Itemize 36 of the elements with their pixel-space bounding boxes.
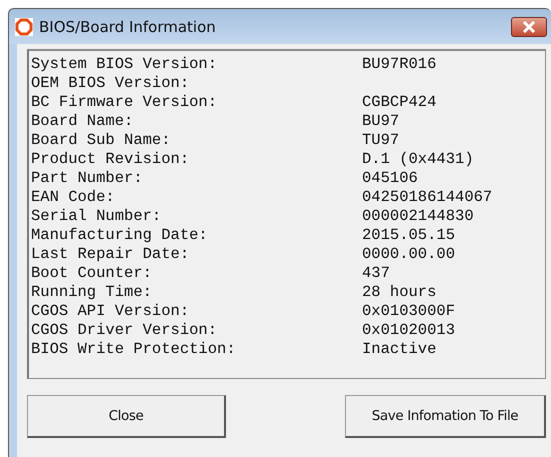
info-label: Boot Counter: bbox=[31, 264, 153, 283]
info-value: 045106 bbox=[362, 169, 418, 188]
info-label: Part Number: bbox=[31, 169, 144, 188]
info-label: System BIOS Version: bbox=[31, 55, 218, 74]
info-value: 0x0103000F bbox=[362, 302, 456, 321]
info-label: Serial Number: bbox=[31, 207, 162, 226]
app-icon bbox=[15, 18, 33, 36]
info-label: BC Firmware Version: bbox=[31, 93, 218, 112]
info-label: Board Sub Name: bbox=[31, 131, 172, 150]
info-label: EAN Code: bbox=[31, 188, 116, 207]
info-value: 000002144830 bbox=[362, 207, 474, 226]
info-label: OEM BIOS Version: bbox=[31, 74, 190, 93]
info-value: 28 hours bbox=[362, 283, 436, 302]
info-label: BIOS Write Protection: bbox=[31, 340, 237, 359]
close-button[interactable]: Close bbox=[27, 395, 226, 438]
info-label: Product Revision: bbox=[31, 150, 190, 169]
info-label: Last Repair Date: bbox=[31, 245, 190, 264]
info-label: CGOS Driver Version: bbox=[31, 321, 218, 340]
info-value: 0000.00.00 bbox=[362, 245, 456, 264]
info-value: 04250186144067 bbox=[362, 188, 492, 207]
info-value: Inactive bbox=[362, 340, 436, 359]
close-icon[interactable] bbox=[511, 16, 547, 36]
info-value: 437 bbox=[362, 264, 390, 283]
info-value: BU97R016 bbox=[362, 55, 436, 74]
save-button[interactable]: Save Infomation To File bbox=[345, 395, 546, 438]
info-value: D.1 (0x4431) bbox=[362, 150, 474, 169]
info-value: BU97 bbox=[362, 112, 400, 131]
info-label: Board Name: bbox=[31, 112, 134, 131]
info-value: 0x01020013 bbox=[362, 321, 456, 340]
info-value: TU97 bbox=[362, 131, 400, 150]
window-title: BIOS/Board Information bbox=[39, 18, 216, 36]
info-label: CGOS API Version: bbox=[31, 302, 190, 321]
info-value: CGBCP424 bbox=[362, 93, 436, 112]
info-label: Manufacturing Date: bbox=[31, 226, 209, 245]
info-value: 2015.05.15 bbox=[362, 226, 456, 245]
info-label: Running Time: bbox=[31, 283, 153, 302]
